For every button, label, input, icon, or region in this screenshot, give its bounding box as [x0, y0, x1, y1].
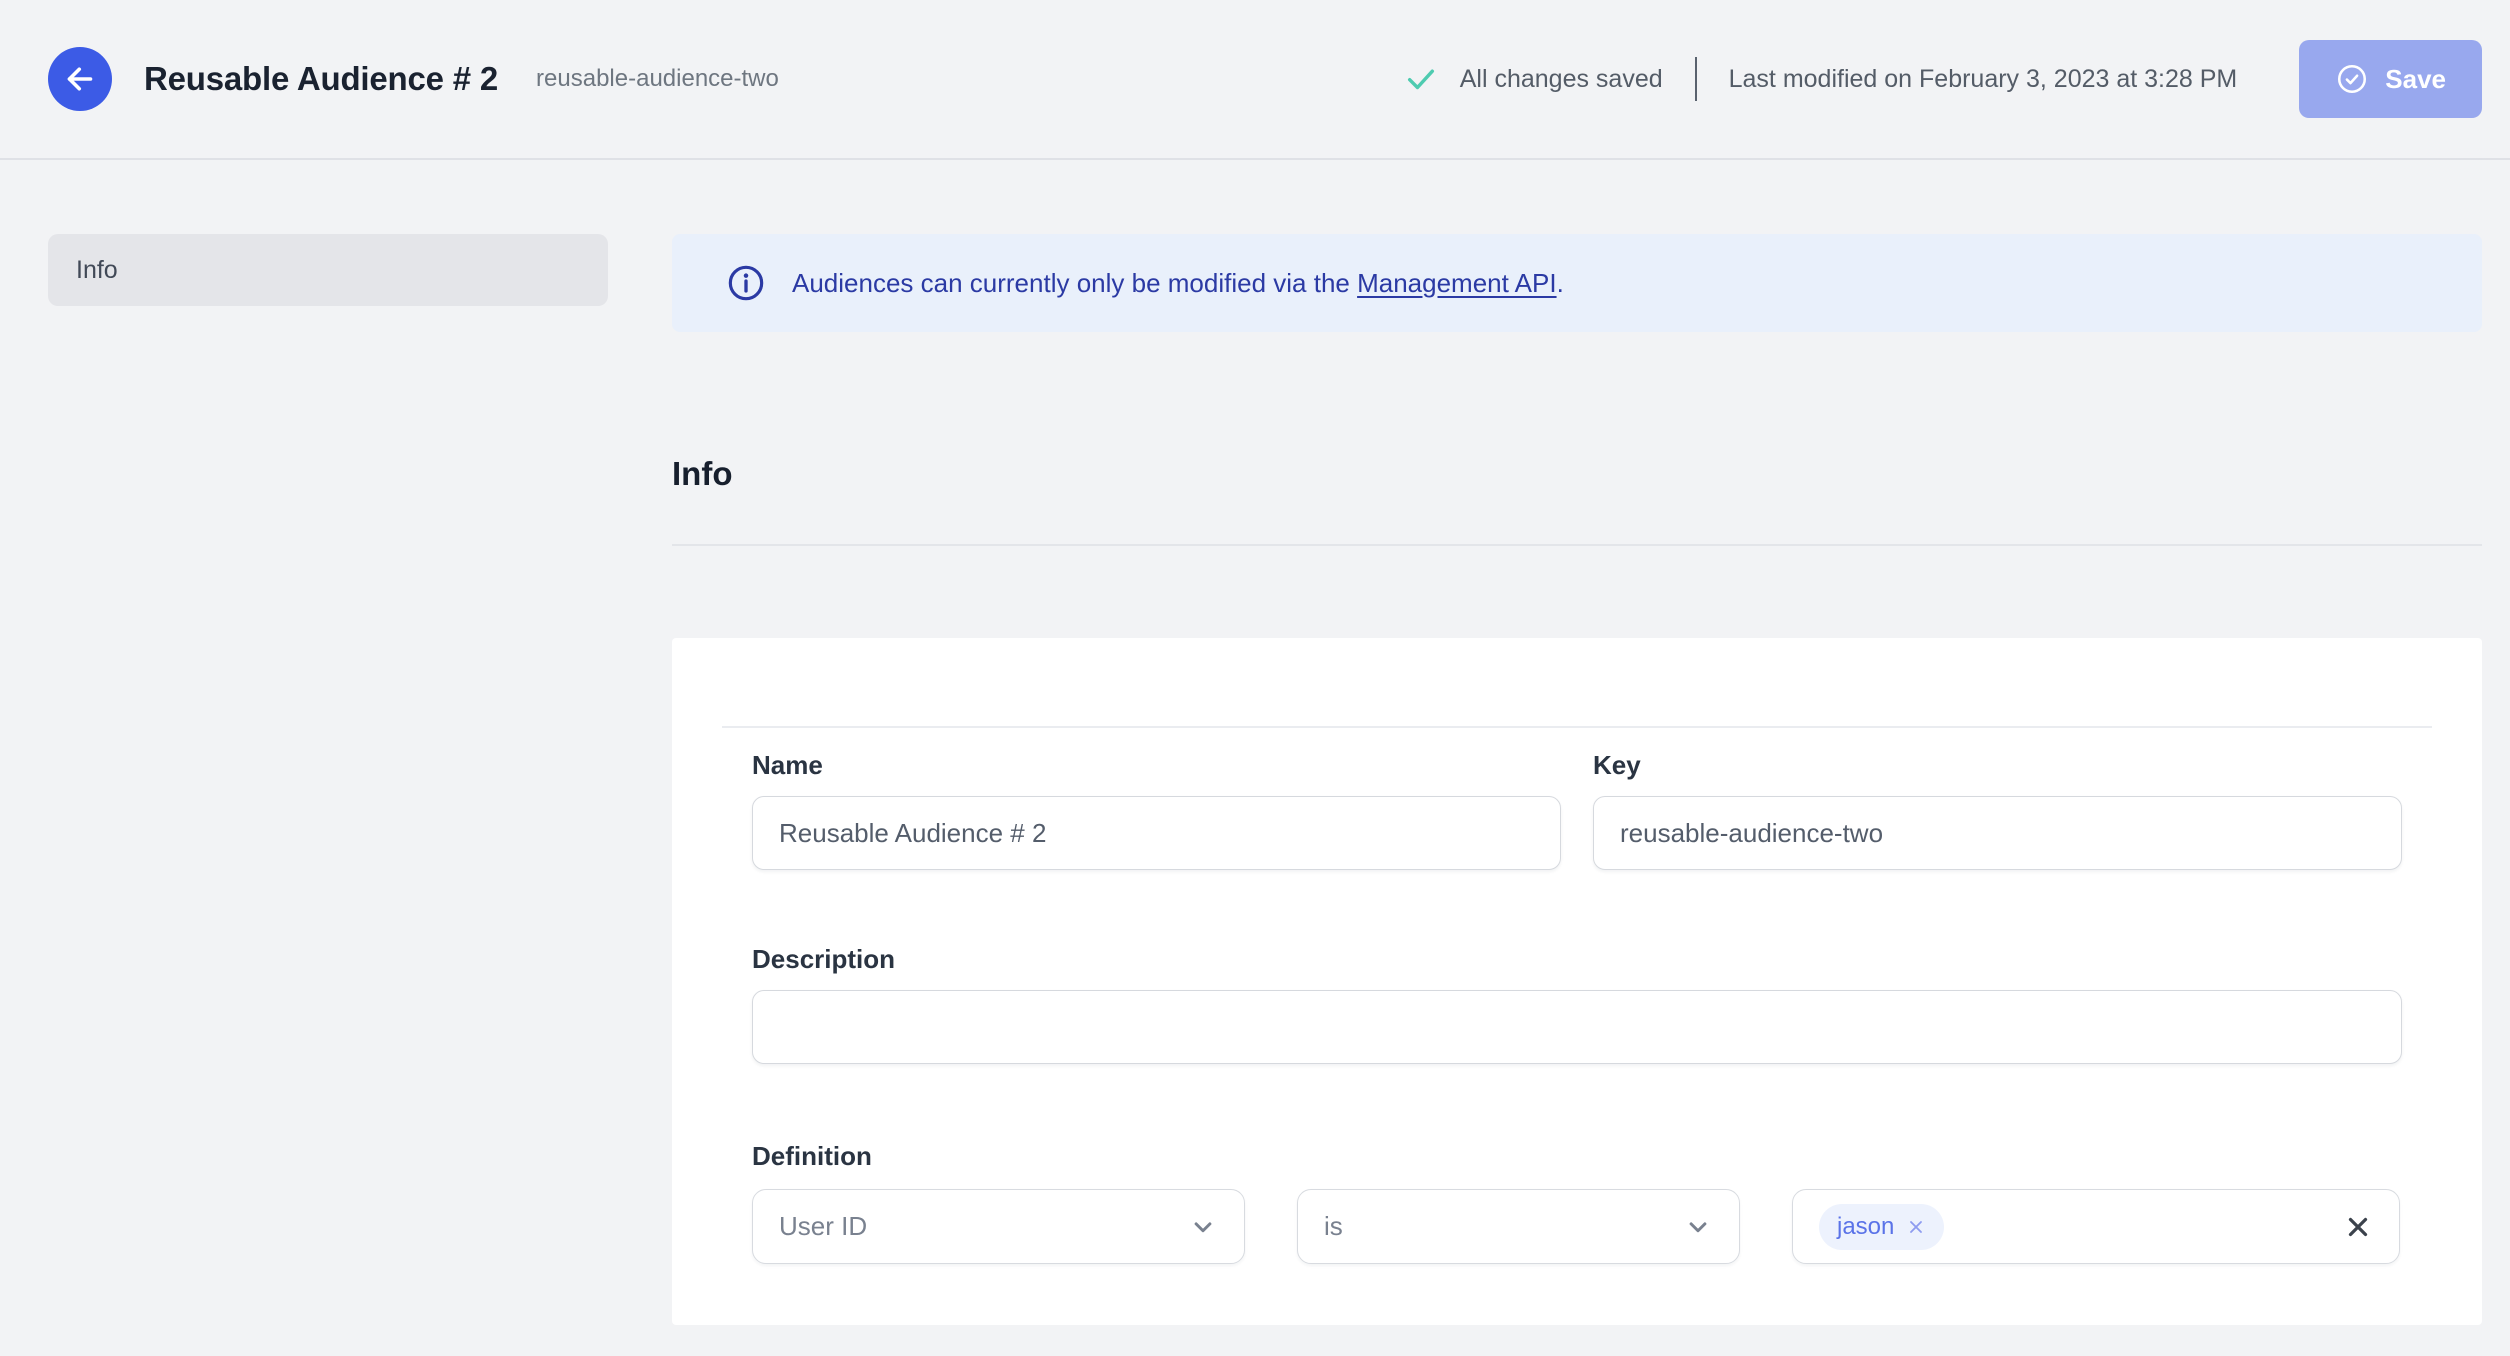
- management-api-link[interactable]: Management API: [1357, 268, 1556, 298]
- operator-select-value: is: [1324, 1211, 1343, 1241]
- sidebar: Info: [48, 234, 608, 306]
- circle-check-icon: [2335, 62, 2369, 96]
- main-panel: Audiences can currently only be modified…: [672, 234, 2482, 1325]
- vertical-divider: [1694, 57, 1697, 101]
- section-divider: [672, 544, 2482, 546]
- audience-form: Name Key Description Definition User ID: [722, 728, 2432, 1264]
- close-icon: [2343, 1212, 2373, 1242]
- sidebar-item-info[interactable]: Info: [48, 234, 608, 306]
- banner-text: Audiences can currently only be modified…: [792, 267, 1564, 298]
- section-heading: Info: [672, 455, 733, 492]
- attribute-select[interactable]: User ID: [752, 1189, 1245, 1264]
- content-area: Info Audiences can currently only be mod…: [0, 160, 2510, 1325]
- key-label: Key: [1593, 750, 1641, 780]
- definition-controls: User ID is jason: [752, 1189, 2402, 1264]
- name-field-group: Name: [752, 728, 1561, 870]
- key-input[interactable]: [1593, 796, 2402, 870]
- attribute-select-value: User ID: [779, 1211, 868, 1241]
- name-input[interactable]: [752, 796, 1561, 870]
- last-modified-text: Last modified on February 3, 2023 at 3:2…: [1728, 64, 2238, 93]
- arrow-left-icon: [62, 61, 98, 97]
- value-chip-label: jason: [1837, 1212, 1895, 1240]
- description-label: Description: [752, 944, 896, 974]
- page-subtitle: reusable-audience-two: [536, 65, 779, 92]
- values-input[interactable]: jason: [1792, 1189, 2400, 1264]
- save-status-text: All changes saved: [1459, 64, 1663, 93]
- key-field-group: Key: [1593, 728, 2402, 870]
- info-banner: Audiences can currently only be modified…: [672, 234, 2482, 332]
- save-button[interactable]: Save: [2299, 40, 2482, 118]
- description-input[interactable]: [752, 990, 2402, 1064]
- header-status-area: All changes saved Last modified on Febru…: [1404, 40, 2482, 118]
- name-label: Name: [752, 750, 823, 780]
- page-header: Reusable Audience # 2 reusable-audience-…: [0, 0, 2510, 160]
- operator-select[interactable]: is: [1297, 1189, 1740, 1264]
- page-title: Reusable Audience # 2: [144, 60, 499, 97]
- chevron-down-icon: [1683, 1212, 1713, 1242]
- definition-label: Definition: [752, 1141, 872, 1171]
- sidebar-item-label: Info: [76, 255, 118, 284]
- back-button[interactable]: [48, 47, 112, 111]
- info-card: Name Key Description Definition User ID: [672, 638, 2482, 1325]
- value-chip: jason: [1819, 1203, 1945, 1250]
- clear-values-button[interactable]: [2343, 1212, 2373, 1242]
- chevron-down-icon: [1188, 1212, 1218, 1242]
- check-icon: [1404, 62, 1438, 96]
- chip-remove-icon[interactable]: [1906, 1217, 1926, 1237]
- save-button-label: Save: [2385, 63, 2446, 94]
- info-icon: [726, 263, 766, 303]
